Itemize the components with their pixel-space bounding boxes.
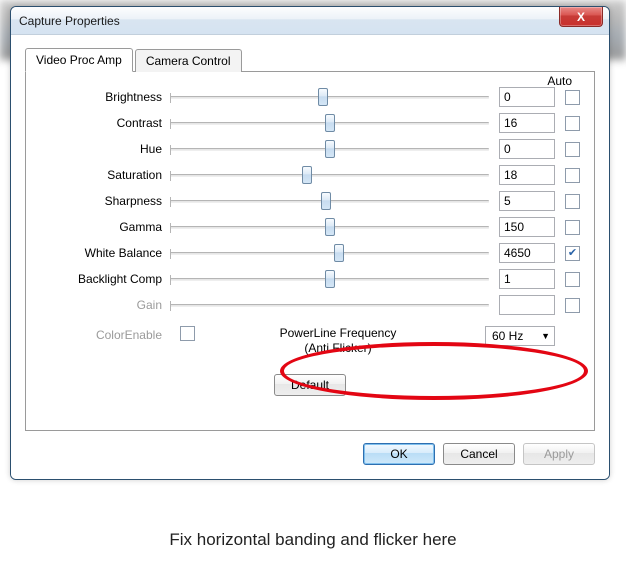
auto-checkbox[interactable] bbox=[565, 272, 580, 287]
default-button[interactable]: Default bbox=[274, 374, 346, 396]
auto-checkbox[interactable] bbox=[565, 246, 580, 261]
slider-label: Contrast bbox=[40, 116, 170, 130]
tab-video-proc-amp[interactable]: Video Proc Amp bbox=[25, 48, 133, 72]
slider-row: Hue bbox=[40, 136, 580, 162]
auto-column-header: Auto bbox=[547, 74, 572, 88]
titlebar[interactable]: Capture Properties X bbox=[11, 7, 609, 35]
caption-text: Fix horizontal banding and flicker here bbox=[0, 530, 626, 550]
powerline-frequency-dropdown[interactable]: 60 Hz ▼ bbox=[485, 326, 555, 346]
auto-checkbox[interactable] bbox=[565, 168, 580, 183]
slider-row: Gamma bbox=[40, 214, 580, 240]
tabstrip: Video Proc Amp Camera Control bbox=[25, 47, 595, 71]
tab-camera-control[interactable]: Camera Control bbox=[135, 49, 242, 72]
auto-checkbox[interactable] bbox=[565, 220, 580, 235]
slider-track[interactable] bbox=[170, 166, 489, 184]
slider-label: Gain bbox=[40, 298, 170, 312]
auto-checkbox[interactable] bbox=[565, 116, 580, 131]
slider-value-input[interactable] bbox=[499, 165, 555, 185]
auto-checkbox[interactable] bbox=[565, 90, 580, 105]
slider-label: Saturation bbox=[40, 168, 170, 182]
slider-track[interactable] bbox=[170, 192, 489, 210]
slider-row: Saturation bbox=[40, 162, 580, 188]
auto-checkbox[interactable] bbox=[565, 142, 580, 157]
slider-label: Gamma bbox=[40, 220, 170, 234]
window-title: Capture Properties bbox=[19, 14, 120, 28]
powerline-value: 60 Hz bbox=[492, 329, 523, 343]
apply-button[interactable]: Apply bbox=[523, 443, 595, 465]
slider-label: Backlight Comp bbox=[40, 272, 170, 286]
auto-checkbox bbox=[565, 298, 580, 313]
slider-row: Backlight Comp bbox=[40, 266, 580, 292]
slider-thumb[interactable] bbox=[325, 270, 335, 288]
slider-value-input[interactable] bbox=[499, 217, 555, 237]
client-area: Video Proc Amp Camera Control Auto Brigh… bbox=[11, 35, 609, 479]
slider-thumb[interactable] bbox=[321, 192, 331, 210]
color-enable-checkbox[interactable] bbox=[180, 326, 195, 341]
slider-thumb[interactable] bbox=[334, 244, 344, 262]
dialog-buttons: OK Cancel Apply bbox=[25, 443, 595, 465]
slider-row: Brightness bbox=[40, 84, 580, 110]
slider-value-input[interactable] bbox=[499, 243, 555, 263]
slider-track[interactable] bbox=[170, 218, 489, 236]
cancel-button[interactable]: Cancel bbox=[443, 443, 515, 465]
slider-label: Hue bbox=[40, 142, 170, 156]
slider-track[interactable] bbox=[170, 270, 489, 288]
slider-value-input[interactable] bbox=[499, 269, 555, 289]
slider-track[interactable] bbox=[170, 140, 489, 158]
slider-track[interactable] bbox=[170, 88, 489, 106]
slider-track[interactable] bbox=[170, 244, 489, 262]
ok-button[interactable]: OK bbox=[363, 443, 435, 465]
slider-row: Gain bbox=[40, 292, 580, 318]
auto-checkbox[interactable] bbox=[565, 194, 580, 209]
close-button[interactable]: X bbox=[559, 7, 603, 27]
slider-thumb[interactable] bbox=[325, 140, 335, 158]
close-icon: X bbox=[577, 10, 585, 24]
slider-row: White Balance bbox=[40, 240, 580, 266]
slider-row: Sharpness bbox=[40, 188, 580, 214]
slider-label: White Balance bbox=[40, 246, 170, 260]
tab-panel: Auto Brightness Contrast Hue Saturation Shar… bbox=[25, 71, 595, 431]
slider-thumb[interactable] bbox=[302, 166, 312, 184]
chevron-down-icon: ▼ bbox=[541, 331, 550, 341]
slider-value-input[interactable] bbox=[499, 191, 555, 211]
color-enable-label: ColorEnable bbox=[40, 326, 170, 342]
slider-thumb[interactable] bbox=[325, 218, 335, 236]
slider-thumb[interactable] bbox=[325, 114, 335, 132]
slider-row: Contrast bbox=[40, 110, 580, 136]
slider-value-input[interactable] bbox=[499, 113, 555, 133]
slider-track bbox=[170, 296, 489, 314]
capture-properties-dialog: Capture Properties X Video Proc Amp Came… bbox=[10, 6, 610, 480]
slider-value-input[interactable] bbox=[499, 87, 555, 107]
slider-track[interactable] bbox=[170, 114, 489, 132]
powerline-frequency-label: PowerLine Frequency (Anti Flicker) bbox=[195, 326, 481, 356]
slider-label: Sharpness bbox=[40, 194, 170, 208]
slider-label: Brightness bbox=[40, 90, 170, 104]
slider-value-input[interactable] bbox=[499, 139, 555, 159]
color-enable-row: ColorEnable PowerLine Frequency (Anti Fl… bbox=[40, 326, 580, 364]
slider-value-input bbox=[499, 295, 555, 315]
slider-thumb[interactable] bbox=[318, 88, 328, 106]
